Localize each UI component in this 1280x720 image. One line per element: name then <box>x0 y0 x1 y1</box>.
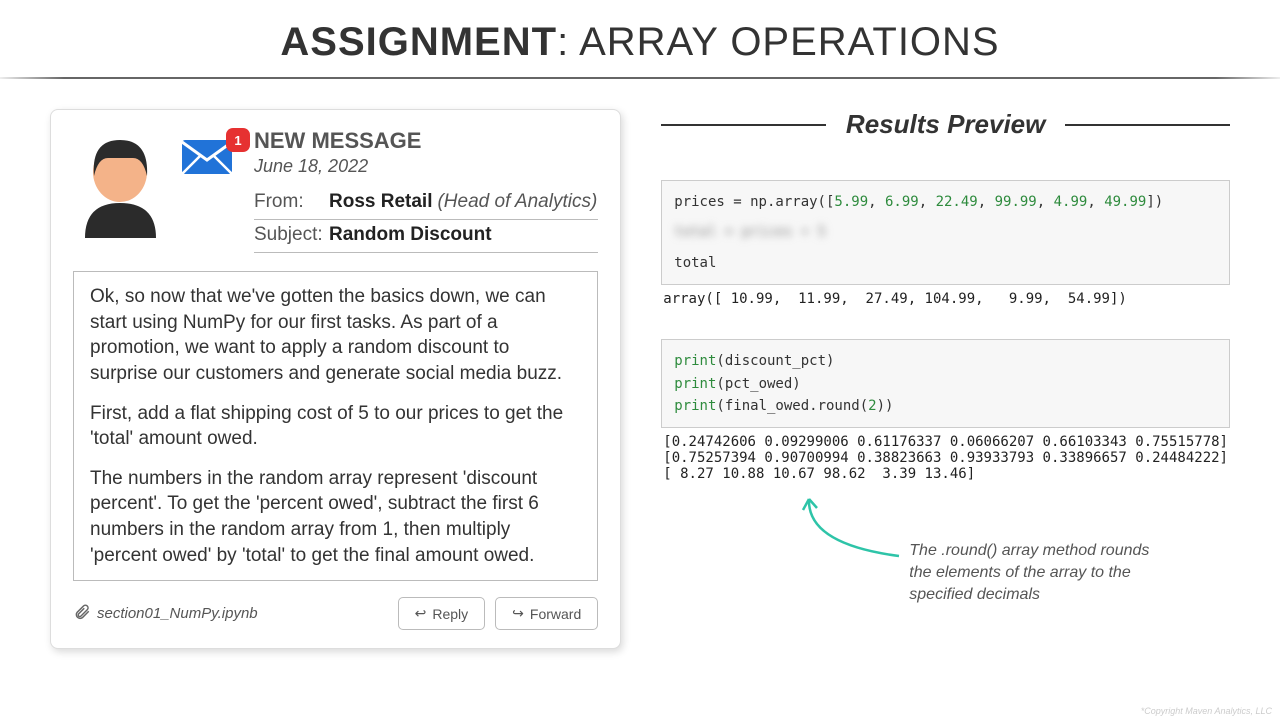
page-title: ASSIGNMENT: ARRAY OPERATIONS <box>0 0 1280 77</box>
code-output: array([ 10.99, 11.99, 27.49, 104.99, 9.9… <box>661 285 1230 311</box>
code-output: [0.24742606 0.09299006 0.61176337 0.0606… <box>661 428 1230 486</box>
body-paragraph: First, add a flat shipping cost of 5 to … <box>90 401 581 452</box>
message-body: Ok, so now that we've gotten the basics … <box>73 271 598 581</box>
copyright: *Copyright Maven Analytics, LLC <box>1141 706 1272 716</box>
subject-row: Subject: Random Discount <box>254 220 598 253</box>
envelope-icon: 1 <box>180 132 242 182</box>
forward-button[interactable]: ↪ Forward <box>495 597 598 630</box>
code-cell: prices = np.array([5.99, 6.99, 22.49, 99… <box>661 180 1230 285</box>
attachment[interactable]: section01_NumPy.ipynb <box>73 603 388 625</box>
paperclip-icon <box>73 603 91 625</box>
forward-icon: ↪ <box>512 605 524 622</box>
results-preview: Results Preview prices = np.array([5.99,… <box>661 109 1230 649</box>
reply-button[interactable]: ↩ Reply <box>398 597 486 630</box>
avatar <box>73 128 168 238</box>
annotation-arrow-icon <box>799 494 919 574</box>
reply-icon: ↩ <box>415 605 427 622</box>
new-message-label: NEW MESSAGE <box>254 128 598 154</box>
body-paragraph: Ok, so now that we've gotten the basics … <box>90 284 581 387</box>
body-paragraph: The numbers in the random array represen… <box>90 466 581 569</box>
from-row: From: Ross Retail (Head of Analytics) <box>254 187 598 220</box>
message-date: June 18, 2022 <box>254 156 598 177</box>
attachment-name: section01_NumPy.ipynb <box>97 605 258 622</box>
header-divider <box>0 77 1280 79</box>
blurred-code: total = prices + 5 <box>674 221 1217 243</box>
preview-heading: Results Preview <box>846 109 1045 140</box>
message-card: 1 NEW MESSAGE June 18, 2022 From: Ross R… <box>50 109 621 649</box>
divider <box>661 124 826 126</box>
annotation-text: The .round() array method rounds the ele… <box>909 540 1159 605</box>
notification-badge: 1 <box>226 128 250 152</box>
divider <box>1065 124 1230 126</box>
code-cell: print(discount_pct) print(pct_owed) prin… <box>661 339 1230 428</box>
